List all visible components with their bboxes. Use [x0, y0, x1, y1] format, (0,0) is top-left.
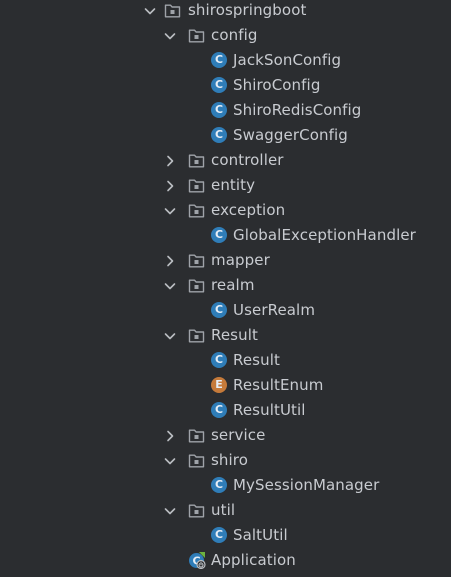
package-icon [188, 252, 205, 269]
chevron-right-icon[interactable] [162, 253, 178, 269]
package-icon [188, 27, 205, 44]
tree-item-label: util [211, 501, 236, 519]
class-icon: C [211, 77, 228, 94]
chevron-right-icon[interactable] [162, 178, 178, 194]
class-icon: C [211, 302, 228, 319]
enum-badge: E [211, 377, 227, 393]
tree-item-label: ResultUtil [233, 401, 306, 419]
tree-row-exception[interactable]: exception [0, 198, 451, 223]
tree-item-label: mapper [211, 251, 270, 269]
class-icon: C [211, 52, 228, 69]
tree-item-label: ShiroRedisConfig [233, 101, 362, 119]
class-badge: C [211, 527, 227, 543]
class-badge: C [211, 477, 227, 493]
tree-row-controller[interactable]: controller [0, 148, 451, 173]
package-icon [188, 202, 205, 219]
chevron-right-icon[interactable] [162, 428, 178, 444]
tree-item-label: Result [211, 326, 258, 344]
tree-row-userrealm[interactable]: C UserRealm [0, 298, 451, 323]
chevron-down-icon[interactable] [162, 203, 178, 219]
tree-row-shirospringboot[interactable]: shirospringboot [0, 0, 451, 23]
tree-row-resultenum[interactable]: E ResultEnum [0, 373, 451, 398]
package-icon [188, 177, 205, 194]
tree-item-label: Result [233, 351, 280, 369]
package-icon [188, 427, 205, 444]
tree-row-jacksonconfig[interactable]: C JackSonConfig [0, 48, 451, 73]
tree-item-label: GlobalExceptionHandler [233, 226, 416, 244]
class-badge: C [211, 102, 227, 118]
class-icon: C [211, 402, 228, 419]
tree-item-label: realm [211, 276, 255, 294]
tree-item-label: config [211, 26, 258, 44]
tree-item-label: ShiroConfig [233, 76, 321, 94]
tree-row-shiroredisconfig[interactable]: C ShiroRedisConfig [0, 98, 451, 123]
class-badge: C [211, 127, 227, 143]
tree-item-label: Application [211, 551, 296, 569]
class-icon: C [211, 227, 228, 244]
spring-boot-application-icon: C [188, 551, 206, 570]
class-icon: C [211, 352, 228, 369]
tree-item-label: SaltUtil [233, 526, 288, 544]
package-icon [188, 152, 205, 169]
class-icon: C [211, 127, 228, 144]
tree-item-label: shirospringboot [188, 1, 307, 19]
tree-row-application[interactable]: C Application [0, 548, 451, 573]
package-icon [164, 2, 181, 19]
tree-row-result[interactable]: C Result [0, 348, 451, 373]
tree-item-label: controller [211, 151, 284, 169]
tree-row-service[interactable]: service [0, 423, 451, 448]
class-badge: C [211, 352, 227, 368]
chevron-right-icon[interactable] [162, 153, 178, 169]
tree-item-label: MySessionManager [233, 476, 380, 494]
tree-item-label: entity [211, 176, 256, 194]
project-tree: shirospringboot config C JackSonConfig C Shir… [0, 0, 451, 573]
package-icon [188, 502, 205, 519]
package-icon [188, 452, 205, 469]
tree-item-label: JackSonConfig [233, 51, 342, 69]
tree-row-shiroconfig[interactable]: C ShiroConfig [0, 73, 451, 98]
class-icon: C [211, 477, 228, 494]
class-badge: C [211, 402, 227, 418]
tree-row-realm[interactable]: realm [0, 273, 451, 298]
class-badge: C [211, 52, 227, 68]
tree-item-label: SwaggerConfig [233, 126, 348, 144]
chevron-down-icon[interactable] [162, 503, 178, 519]
tree-row-resultutil[interactable]: C ResultUtil [0, 398, 451, 423]
class-icon: C [211, 527, 228, 544]
package-icon [188, 277, 205, 294]
class-icon: C [211, 102, 228, 119]
chevron-down-icon[interactable] [162, 328, 178, 344]
class-badge: C [211, 77, 227, 93]
tree-item-label: UserRealm [233, 301, 316, 319]
class-badge: C [211, 302, 227, 318]
tree-item-label: shiro [211, 451, 249, 469]
tree-row-mapper[interactable]: mapper [0, 248, 451, 273]
tree-row-globalexceptionhandler[interactable]: C GlobalExceptionHandler [0, 223, 451, 248]
tree-row-saltutil[interactable]: C SaltUtil [0, 523, 451, 548]
package-icon [188, 327, 205, 344]
tree-row-entity[interactable]: entity [0, 173, 451, 198]
tree-row-mysessionmanager[interactable]: C MySessionManager [0, 473, 451, 498]
tree-row-util[interactable]: util [0, 498, 451, 523]
tree-row-result-pkg[interactable]: Result [0, 323, 451, 348]
chevron-down-icon[interactable] [162, 278, 178, 294]
chevron-down-icon[interactable] [162, 453, 178, 469]
tree-item-label: service [211, 426, 266, 444]
tree-row-swaggerconfig[interactable]: C SwaggerConfig [0, 123, 451, 148]
enum-icon: E [211, 377, 228, 394]
tree-item-label: ResultEnum [233, 376, 324, 394]
tree-row-shiro[interactable]: shiro [0, 448, 451, 473]
chevron-down-icon[interactable] [162, 28, 178, 44]
tree-row-config[interactable]: config [0, 23, 451, 48]
tree-item-label: exception [211, 201, 286, 219]
class-badge: C [211, 227, 227, 243]
chevron-down-icon[interactable] [142, 3, 158, 19]
